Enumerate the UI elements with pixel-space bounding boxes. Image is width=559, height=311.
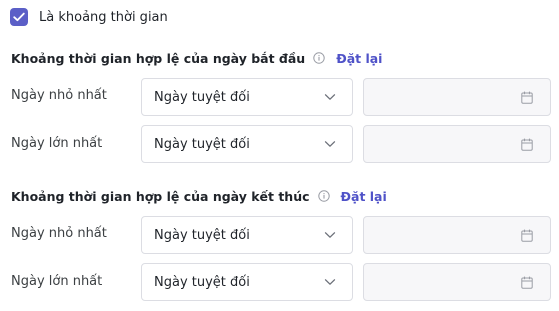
calendar-icon[interactable]	[521, 229, 533, 242]
select-value: Ngày tuyệt đối	[154, 89, 250, 105]
min-date-type-select[interactable]: Ngày tuyệt đối	[141, 216, 353, 254]
info-icon[interactable]	[313, 52, 325, 64]
max-date-label: Ngày lớn nhất	[11, 274, 103, 289]
period-checkbox-label: Là khoảng thời gian	[39, 9, 168, 25]
chevron-down-icon	[324, 278, 336, 286]
max-date-input[interactable]	[363, 263, 551, 301]
calendar-icon[interactable]	[521, 91, 533, 104]
section-title: Khoảng thời gian hợp lệ của ngày bắt đầu	[11, 50, 306, 66]
info-icon[interactable]	[317, 190, 330, 202]
reset-link[interactable]: Đặt lại	[336, 51, 382, 66]
chevron-down-icon	[324, 231, 336, 239]
max-date-type-select[interactable]: Ngày tuyệt đối	[141, 263, 353, 301]
max-date-type-select[interactable]: Ngày tuyệt đối	[141, 125, 353, 163]
min-date-label: Ngày nhỏ nhất	[11, 88, 107, 103]
min-date-input[interactable]	[363, 216, 551, 254]
start-date-range-header: Khoảng thời gian hợp lệ của ngày bắt đầu…	[11, 48, 382, 68]
min-date-label: Ngày nhỏ nhất	[11, 226, 107, 241]
select-value: Ngày tuyệt đối	[154, 136, 250, 152]
max-date-label: Ngày lớn nhất	[11, 136, 103, 151]
check-icon	[13, 12, 25, 22]
calendar-icon[interactable]	[521, 276, 533, 289]
max-date-input[interactable]	[363, 125, 551, 163]
chevron-down-icon	[324, 93, 336, 101]
end-date-range-header: Khoảng thời gian hợp lệ của ngày kết thú…	[11, 186, 387, 206]
reset-link[interactable]: Đặt lại	[341, 189, 387, 204]
select-value: Ngày tuyệt đối	[154, 274, 250, 290]
period-checkbox-row[interactable]: Là khoảng thời gian	[10, 7, 168, 27]
chevron-down-icon	[324, 140, 336, 148]
min-date-input[interactable]	[363, 78, 551, 116]
min-date-type-select[interactable]: Ngày tuyệt đối	[141, 78, 353, 116]
section-title: Khoảng thời gian hợp lệ của ngày kết thú…	[11, 188, 310, 204]
select-value: Ngày tuyệt đối	[154, 227, 250, 243]
calendar-icon[interactable]	[521, 138, 533, 151]
period-checkbox[interactable]	[10, 8, 28, 26]
